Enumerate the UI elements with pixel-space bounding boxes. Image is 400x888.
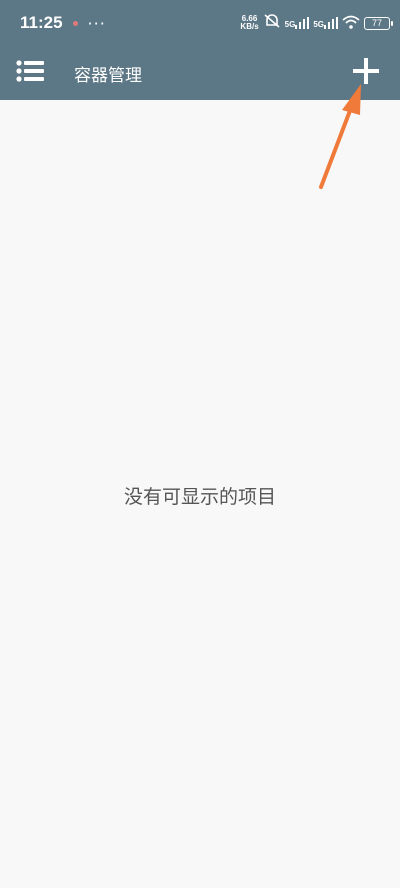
battery-icon: 77 [364, 16, 393, 30]
empty-state-message: 没有可显示的项目 [123, 486, 276, 508]
network-speed-unit: KB/s [240, 22, 259, 31]
signal-sim1-icon: 5G [285, 17, 310, 29]
status-bar: 11:25 ··· 6.66 KB/s 5G 5G 77 [0, 0, 400, 46]
signal-sim2-label: 5G [313, 20, 324, 29]
signal-sim2-icon: 5G [313, 17, 338, 29]
signal-sim1-label: 5G [284, 20, 296, 29]
network-speed: 6.66 KB/s [240, 15, 258, 31]
notification-dot-icon [72, 20, 78, 26]
page-title: 容器管理 [74, 65, 142, 86]
status-time: 11:25 [20, 13, 63, 32]
battery-level: 77 [371, 17, 382, 28]
plus-icon [353, 58, 379, 88]
mute-alarm-icon [263, 13, 281, 33]
add-button[interactable] [338, 46, 394, 100]
menu-button[interactable] [0, 46, 60, 100]
main-content: 没有可显示的项目 [0, 100, 400, 888]
more-notifications-icon: ··· [87, 13, 106, 33]
menu-list-icon [16, 60, 44, 86]
app-bar: 容器管理 [0, 46, 400, 100]
status-icons: 6.66 KB/s 5G 5G 77 [240, 13, 393, 33]
wifi-icon [342, 14, 360, 33]
